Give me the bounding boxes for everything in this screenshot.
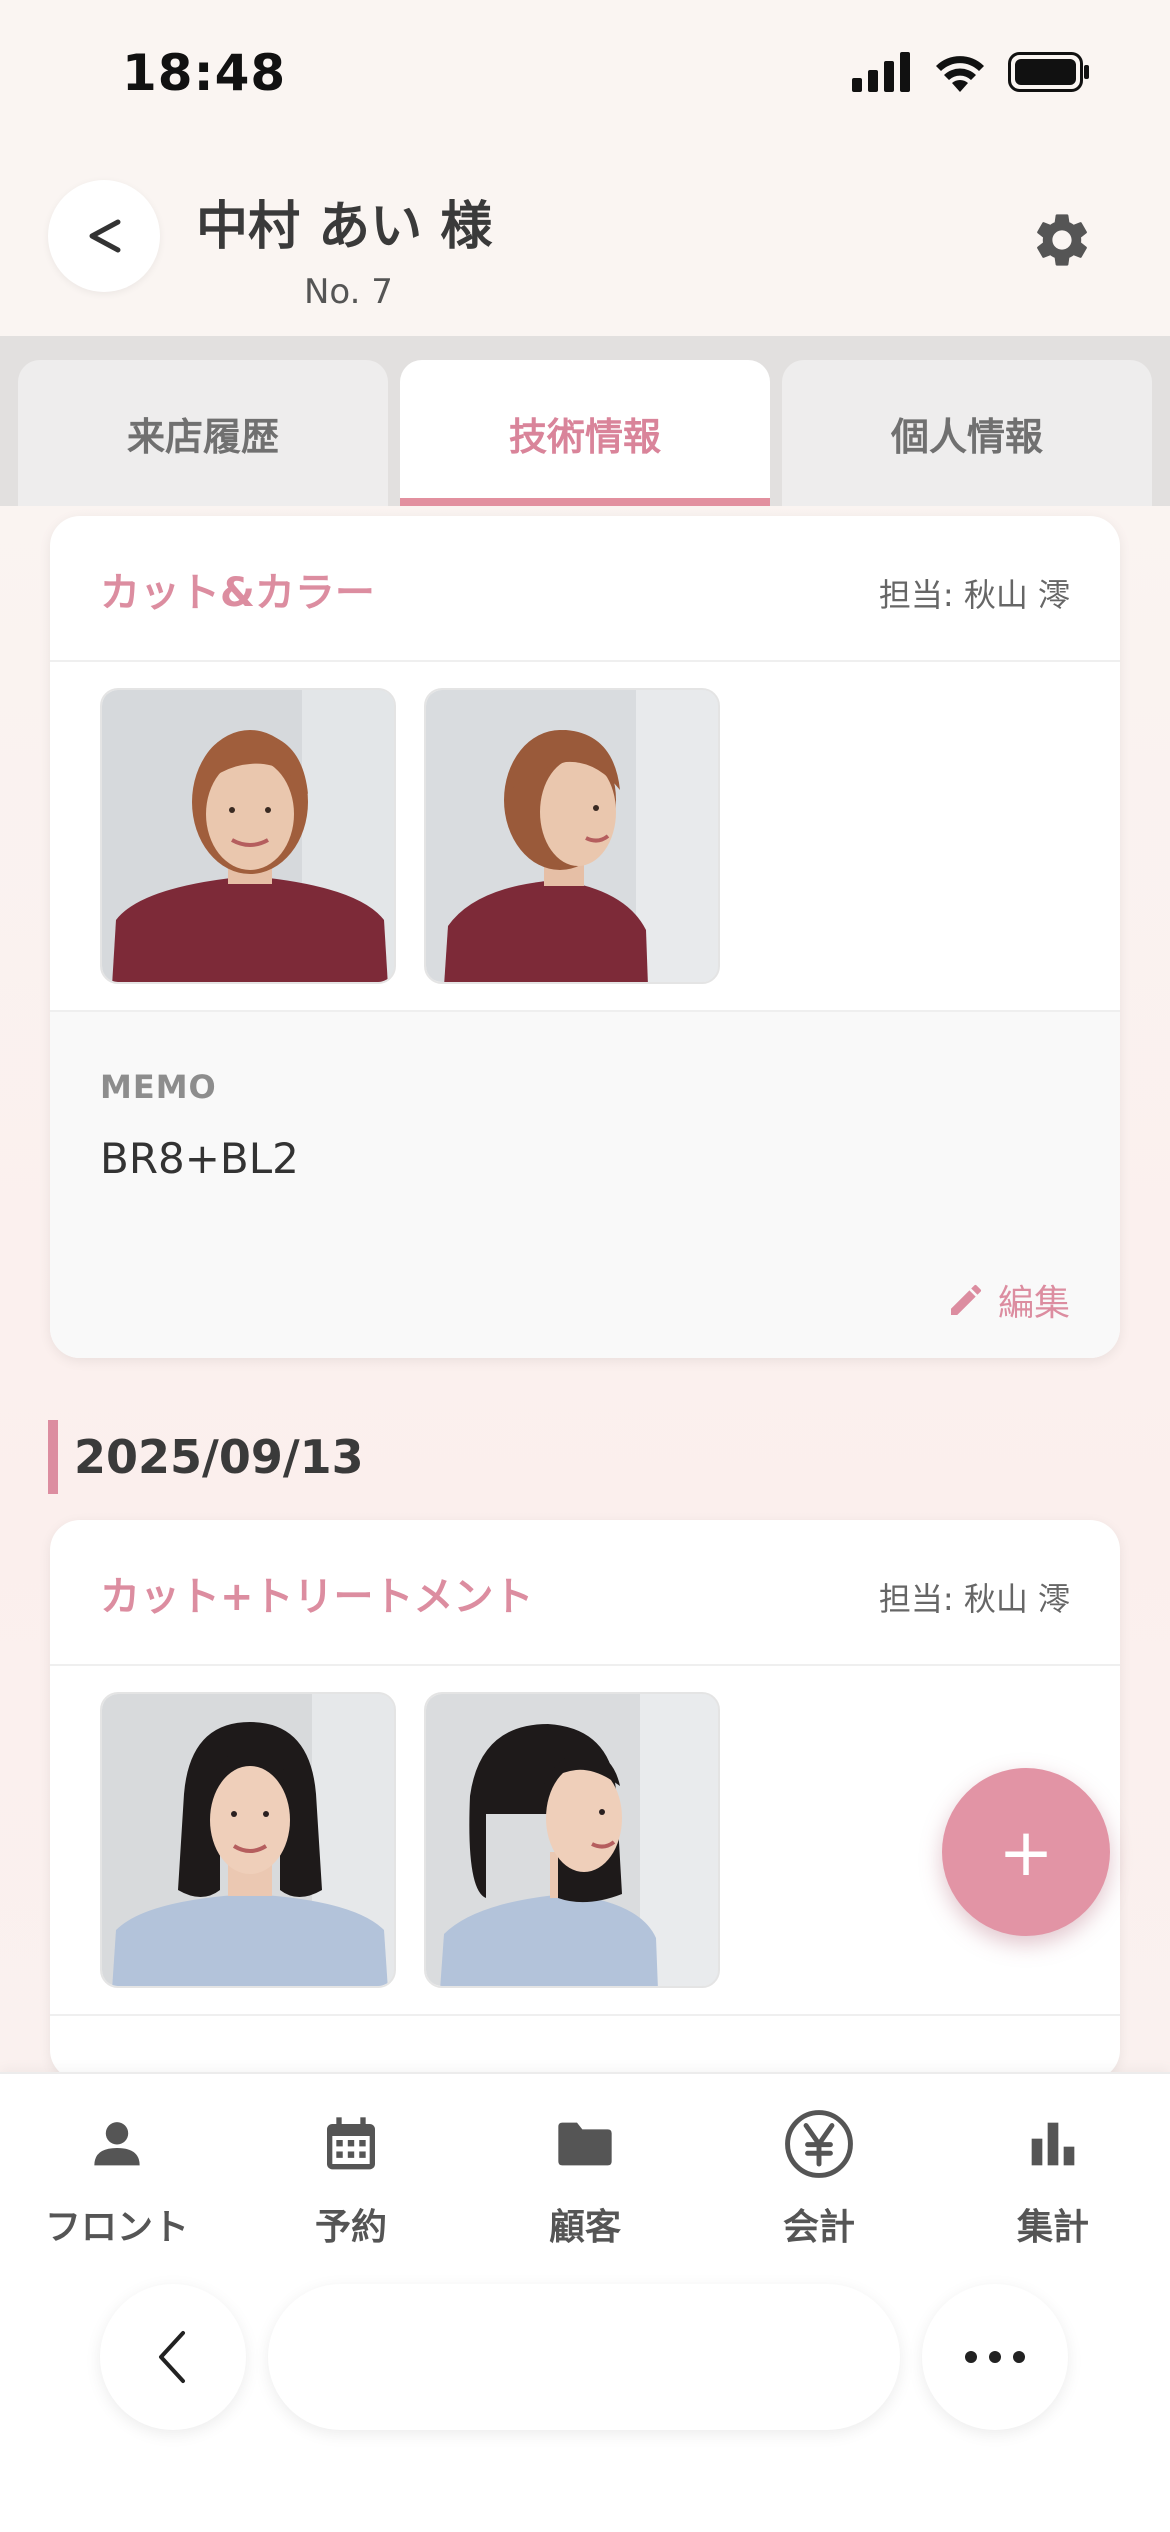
visit-date: 2025/09/13 (74, 1430, 364, 1484)
nav-item-front[interactable]: フロント (0, 2094, 234, 2250)
staff-name: 担当: 秋山 澪 (878, 1580, 1070, 1618)
card-header: カット+トリートメント 担当: 秋山 澪 (50, 1520, 1120, 1666)
status-icons (852, 52, 1090, 92)
gear-icon[interactable] (1030, 208, 1094, 272)
nav-item-summary[interactable]: 集計 (936, 2094, 1170, 2250)
staff-name: 担当: 秋山 澪 (878, 576, 1070, 614)
nav-label: 集計 (1016, 2207, 1089, 2248)
date-accent-bar (48, 1420, 58, 1494)
status-bar: 18:48 (0, 0, 1170, 150)
tab-visit-history[interactable]: 来店履歴 (18, 360, 388, 506)
memo-section: MEMO BR8+BL2 編集 (50, 1012, 1120, 1358)
nav-item-checkout[interactable]: 会計 (702, 2094, 936, 2250)
chevron-left-icon (89, 219, 121, 253)
customer-photo-side[interactable] (424, 1692, 720, 1988)
add-record-button[interactable]: + (942, 1768, 1110, 1936)
browser-toolbar (0, 2270, 1170, 2470)
signal-icon (852, 52, 910, 92)
browser-back-button[interactable] (100, 2284, 246, 2430)
bar-chart-icon (1031, 2122, 1075, 2166)
calendar-icon (327, 2117, 375, 2170)
back-button[interactable] (48, 180, 160, 292)
customer-photo-side[interactable] (424, 688, 720, 984)
memo-text: BR8+BL2 (100, 1134, 299, 1183)
nav-label: フロント (44, 2207, 189, 2248)
edit-label: 編集 (997, 1283, 1070, 1324)
customer-photo-front[interactable] (100, 688, 396, 984)
tab-personal-info[interactable]: 個人情報 (782, 360, 1152, 506)
service-name: カット+トリートメント (100, 1574, 534, 1620)
nav-item-reservation[interactable]: 予約 (234, 2094, 468, 2250)
browser-more-button[interactable] (922, 2284, 1068, 2430)
card-header: カット&カラー 担当: 秋山 澪 (50, 516, 1120, 662)
customer-name: 中村 あい 様 (196, 197, 493, 257)
record-card: カット&カラー 担当: 秋山 澪 MEMO BR8+BL2 編集 (50, 516, 1120, 1358)
chevron-left-icon (159, 2331, 185, 2383)
more-icon (965, 2351, 1025, 2363)
edit-button[interactable]: 編集 (946, 1274, 1070, 1326)
tab-bar: 来店履歴 技術情報 個人情報 (0, 336, 1170, 506)
header: 中村 あい 様 No. 7 (0, 150, 1170, 336)
nav-label: 予約 (314, 2207, 387, 2248)
service-name: カット&カラー (100, 570, 375, 616)
browser-address-bar[interactable] (268, 2284, 900, 2430)
memo-label: MEMO (100, 1068, 217, 1106)
customer-number: No. 7 (304, 272, 393, 312)
wifi-icon (936, 56, 984, 92)
nav-label: 会計 (782, 2207, 855, 2248)
tab-technical-info[interactable]: 技術情報 (400, 360, 770, 506)
battery-icon (1008, 52, 1089, 92)
nav-item-customer[interactable]: 顧客 (468, 2094, 702, 2250)
customer-photo-front[interactable] (100, 1692, 396, 1988)
yen-icon (785, 2110, 853, 2178)
visit-date-heading: 2025/09/13 (48, 1420, 364, 1494)
pencil-icon (950, 1284, 981, 1315)
photo-row (50, 662, 1120, 1012)
folder-icon (558, 2122, 612, 2166)
person-icon (94, 2122, 140, 2166)
status-time: 18:48 (122, 44, 287, 102)
nav-label: 顧客 (548, 2207, 621, 2248)
